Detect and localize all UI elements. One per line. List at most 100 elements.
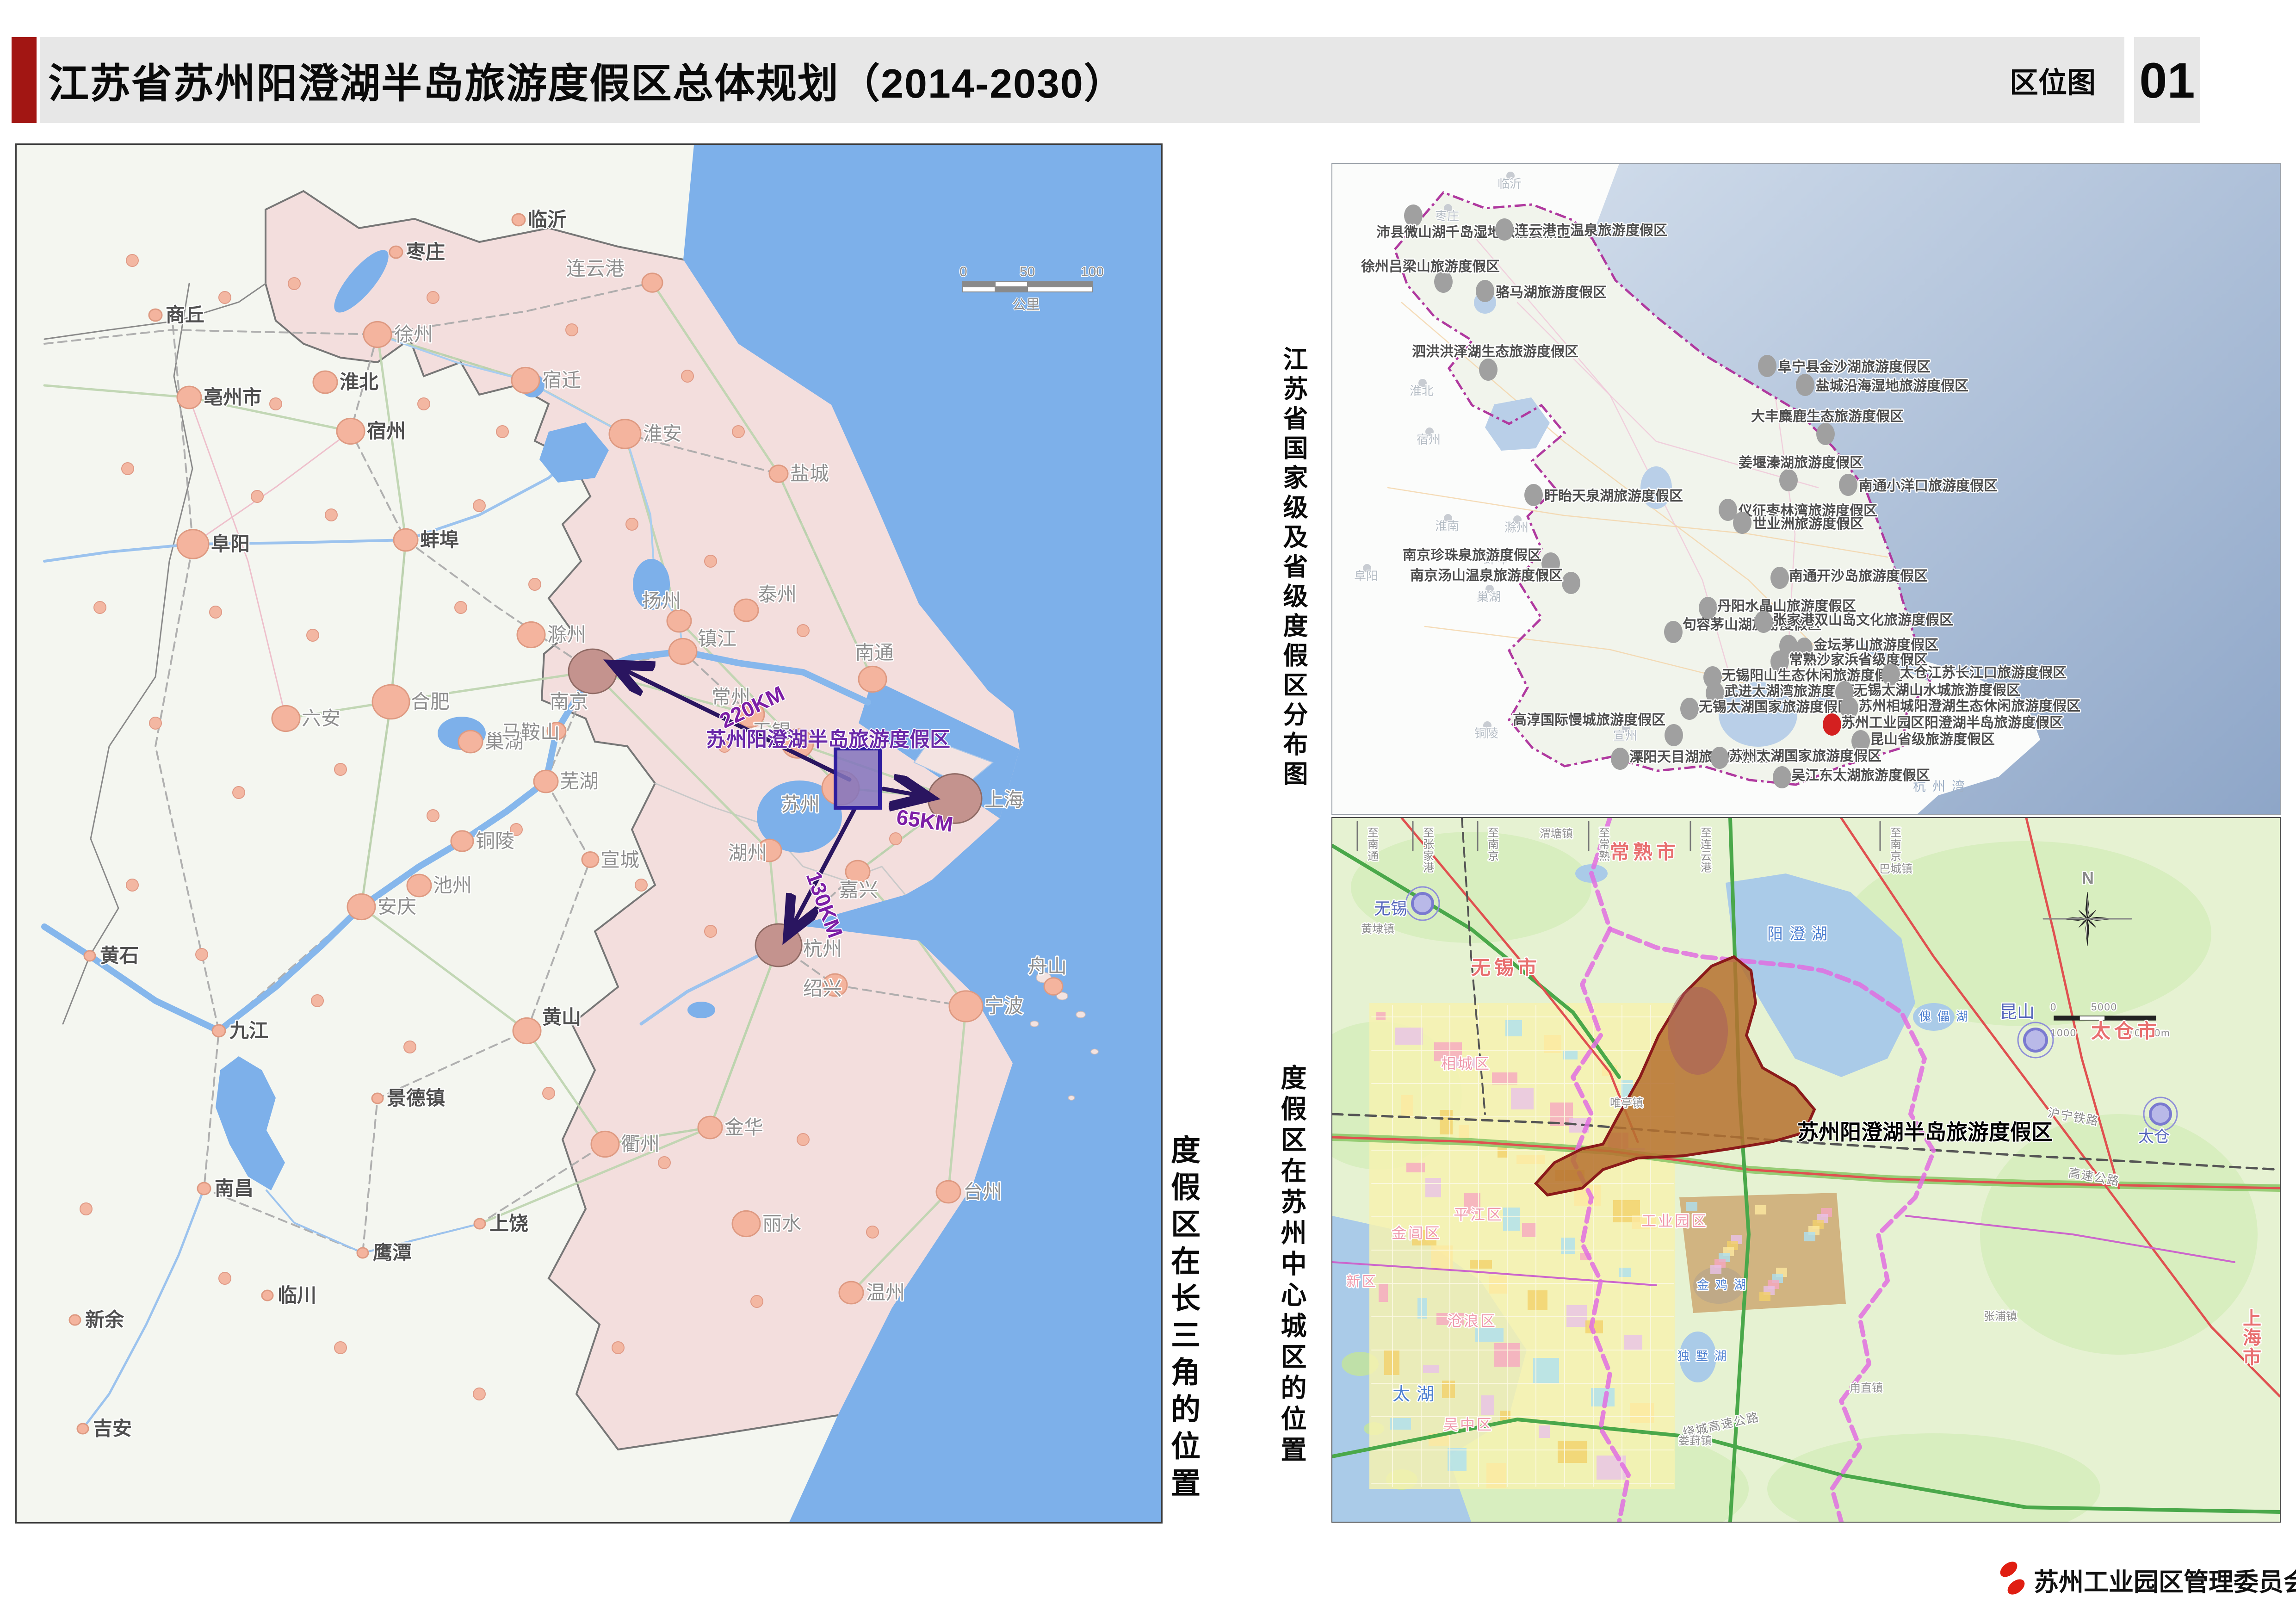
city-label-宿州: 宿州 [367,421,406,442]
resort-label-姜堰溱湖旅游度假区: 姜堰溱湖旅游度假区 [1739,455,1863,471]
place-label-太湖: 太湖 [1392,1385,1441,1404]
faint-city-宣州: 宣州 [1613,729,1637,743]
resort-dot-句容茅山湖旅游度假区 [1664,621,1683,643]
resort-label-丹阳水晶山旅游度假区: 丹阳水晶山旅游度假区 [1717,599,1856,614]
resort-dot-无锡太湖国家旅游度假区 [1680,698,1699,720]
city-label-盐城: 盐城 [790,464,829,485]
city-dot-淮安 [609,420,641,449]
city-dot-九江 [212,1025,225,1037]
city-dot-南京 [569,649,617,694]
resort-name-label-city: 苏州阳澄湖半岛旅游度假区 [1797,1120,2053,1144]
place-label-吴中区: 吴中区 [1443,1416,1493,1433]
city-label-舟山: 舟山 [1028,956,1067,978]
header-band: 江苏省苏州阳澄湖半岛旅游度假区总体规划（2014-2030） 区位图 [40,37,2124,123]
city-dot-合肥 [372,685,409,719]
city-dot-安庆 [347,894,375,919]
place-label-巴城镇: 巴城镇 [1879,863,1912,875]
city-dot-盐城 [769,465,788,483]
resort-label-无锡阳山生态休闲旅游度假区: 无锡阳山生态休闲旅游度假区 [1722,668,1902,683]
yangtze-delta-location-map: 临沂枣庄商丘徐州连云港宿迁淮北亳州市宿州淮安盐城阜阳蚌埠滁州扬州泰州镇江南京常州… [15,143,1163,1524]
compass-north-label: N [2082,868,2095,887]
place-label-金阊区: 金阊区 [1392,1225,1442,1241]
faint-city-巢湖: 巢湖 [1477,590,1501,604]
suzhou-city-location-map: N05000100010000m常熟市太仓市无锡市上海市昆山无锡太仓相城区平江区… [1331,817,2281,1523]
page-number: 01 [2134,37,2200,123]
city-dot-滁州 [517,622,545,647]
place-label-独墅湖: 独墅湖 [1677,1349,1733,1363]
place-label-傀儡湖: 傀儡湖 [1919,1010,1974,1023]
place-label-甪直镇: 甪直镇 [1850,1382,1883,1394]
city-label-南通: 南通 [855,643,894,664]
resort-label-昆山省级旅游度假区: 昆山省级旅游度假区 [1870,732,1995,747]
city-dot-临沂 [512,214,525,226]
city-dot-嘉兴 [846,861,870,883]
resort-dot-溧阳天目湖旅游度假区 [1611,748,1629,770]
city-label-宁波: 宁波 [984,996,1023,1017]
resort-dot-张家港双山岛文化旅游度假区 [1754,611,1773,633]
scalebar-tick: 100 [1081,264,1104,279]
place-label-平江区: 平江区 [1454,1206,1504,1223]
city-label-南京: 南京 [550,691,588,713]
city-label-上饶: 上饶 [489,1213,528,1235]
city-label-南昌: 南昌 [215,1178,254,1200]
city-dot-宣城 [582,852,599,867]
city-label-铜陵: 铜陵 [476,831,514,852]
resort-dot-骆马湖旅游度假区 [1476,280,1494,302]
place-label-沧浪区: 沧浪区 [1447,1313,1497,1329]
resort-label-苏州太湖国家旅游度假区: 苏州太湖国家旅游度假区 [1729,749,1881,764]
resort-label-太仓江苏长江口旅游度假区: 太仓江苏长江口旅游度假区 [1900,665,2067,681]
resort-label-南京珍珠泉旅游度假区: 南京珍珠泉旅游度假区 [1403,547,1541,563]
city-label-衢州: 衢州 [621,1134,660,1155]
place-label-上海市: 上海市 [2243,1308,2265,1368]
city-dot-阜阳 [177,530,209,559]
city-label-亳州市: 亳州市 [204,387,262,409]
faint-city-铜陵: 铜陵 [1474,726,1498,740]
city-dot-六安 [272,706,300,731]
city-label-鹰潭: 鹰潭 [373,1242,412,1264]
city-label-蚌埠: 蚌埠 [420,529,459,551]
city-dot-泰州 [734,599,758,621]
resort-label-徐州吕梁山旅游度假区: 徐州吕梁山旅游度假区 [1361,259,1500,274]
place-label-太仓市: 太仓市 [2091,1020,2160,1042]
city-dot-商丘 [149,309,162,321]
resort-dot-连云港市温泉旅游度假区 [1495,218,1514,241]
city-label-宣城: 宣城 [600,850,639,871]
resort-label-泗洪洪泽湖生态旅游度假区: 泗洪洪泽湖生态旅游度假区 [1412,344,1578,359]
city-dot-衢州 [591,1131,619,1157]
city-label-六安: 六安 [302,708,340,730]
city-label-湖州: 湖州 [728,843,767,864]
caption-delta-position: 度假区在长三角的位置 [1162,1134,1205,1505]
scale-tick: 5000 [2091,1001,2117,1013]
resort-label-连云港市温泉旅游度假区: 连云港市温泉旅游度假区 [1515,223,1667,238]
city-dot-宁波 [949,991,983,1022]
city-label-池州: 池州 [433,875,472,897]
city-dot-宿迁 [512,367,539,393]
resort-dot-沛县微山湖千岛湿地旅游度假区 [1404,204,1423,227]
city-label-嘉兴: 嘉兴 [839,880,878,901]
city-dot-蚌埠 [394,529,418,551]
scalebar-tick: 0 [959,264,967,279]
resort-label-大丰麋鹿生态旅游度假区: 大丰麋鹿生态旅游度假区 [1751,409,1904,424]
resort-dot-世业洲旅游度假区 [1733,512,1751,534]
city-label-临川: 临川 [278,1285,316,1307]
city-label-连云港: 连云港 [566,259,625,280]
city-label-黄山: 黄山 [542,1007,581,1028]
resort-dot-南京汤山温泉旅游度假区 [1562,572,1580,594]
resort-label-南通开沙岛旅游度假区: 南通开沙岛旅游度假区 [1789,569,1928,584]
caption-city-position: 度假区在苏州中心城区的位置 [1273,1064,1311,1467]
place-label-无锡市: 无锡市 [1471,957,1541,979]
scalebar-tick: 50 [1020,264,1035,279]
city-label-枣庄: 枣庄 [406,242,445,263]
resort-label-阜宁县金沙湖旅游度假区: 阜宁县金沙湖旅游度假区 [1778,359,1931,375]
city-dot-金华 [698,1116,722,1139]
city-dot-温州 [839,1282,863,1304]
city-label-九江: 九江 [229,1020,268,1042]
route-label-至张家港: 至张家港 [1423,827,1435,874]
city-dot-亳州市 [177,386,201,409]
faint-city-淮北: 淮北 [1410,384,1434,398]
city-label-滁州: 滁州 [547,625,586,646]
city-dot-巢湖 [458,731,483,753]
city-dot-舟山 [1044,978,1063,995]
resort-label-盱眙天泉湖旅游度假区: 盱眙天泉湖旅游度假区 [1544,488,1683,504]
city-dot-丽水 [732,1211,760,1236]
